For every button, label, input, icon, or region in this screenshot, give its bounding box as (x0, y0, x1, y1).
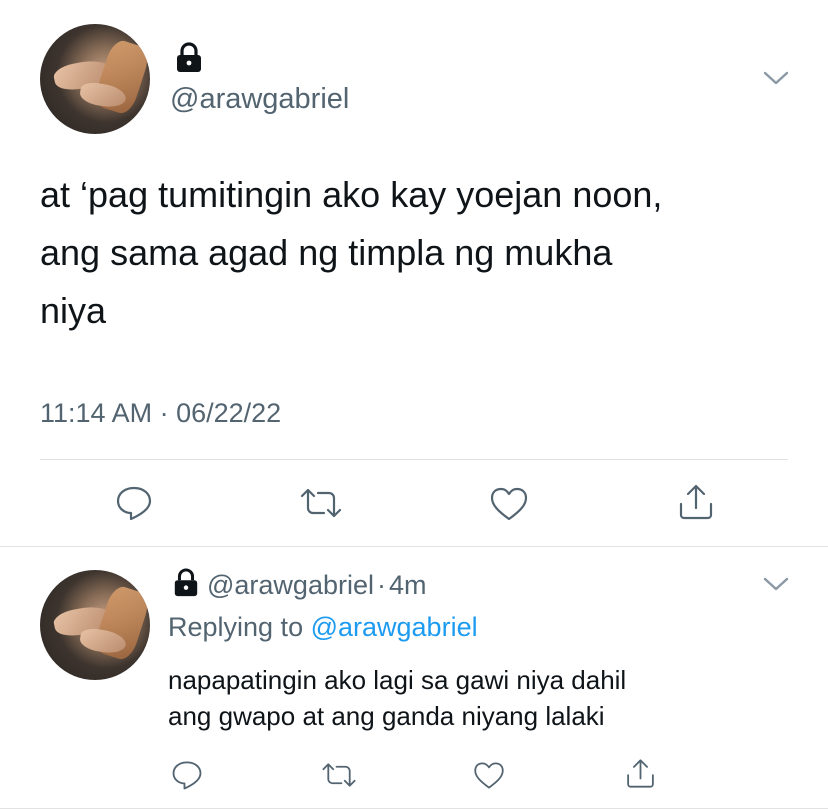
divider (40, 459, 788, 460)
reply-meta: @arawgabriel · 4m (207, 570, 427, 601)
lock-icon (177, 42, 201, 72)
reply-text-line: ang gwapo at ang ganda niyang lalaki (168, 701, 605, 731)
heart-icon[interactable] (472, 760, 506, 791)
share-icon[interactable] (676, 482, 716, 522)
section-divider (0, 546, 828, 547)
reply-text-line: napapatingin ako lagi sa gawi niya dahil (168, 665, 627, 695)
bottom-divider (0, 808, 828, 809)
tweet-text-line: niya (40, 290, 107, 331)
reply-icon[interactable] (114, 484, 154, 522)
tweet-text-line: ang sama agad ng timpla ng mukha (40, 232, 613, 273)
replying-to-link[interactable]: @arawgabriel (311, 612, 478, 642)
tweet-age[interactable]: 4m (389, 570, 427, 600)
avatar[interactable] (40, 24, 150, 134)
tweet-text: at ‘pag tumitingin ako kay yoejan noon, … (40, 166, 810, 340)
reply-icon[interactable] (170, 759, 204, 791)
author-handle[interactable]: @arawgabriel (207, 570, 374, 600)
meta-separator: · (152, 398, 177, 428)
replying-to: Replying to @arawgabriel (168, 612, 478, 643)
retweet-icon[interactable] (320, 761, 358, 789)
meta-dot: · (376, 570, 386, 600)
chevron-down-icon[interactable] (762, 68, 790, 88)
tweet-timestamp[interactable]: 11:14 AM · 06/22/22 (40, 398, 281, 429)
avatar[interactable] (40, 570, 150, 680)
author-handle[interactable]: @arawgabriel (170, 83, 349, 116)
lock-icon (174, 568, 198, 597)
share-icon[interactable] (624, 757, 657, 790)
replying-to-label: Replying to (168, 612, 311, 642)
heart-icon[interactable] (488, 485, 530, 523)
tweet-text-line: at ‘pag tumitingin ako kay yoejan noon, (40, 174, 663, 215)
reply-text: napapatingin ako lagi sa gawi niya dahil… (168, 662, 808, 734)
retweet-icon[interactable] (298, 486, 344, 520)
tweet-date: 06/22/22 (176, 398, 282, 428)
chevron-down-icon[interactable] (762, 574, 790, 594)
tweet-time: 11:14 AM (40, 398, 153, 428)
